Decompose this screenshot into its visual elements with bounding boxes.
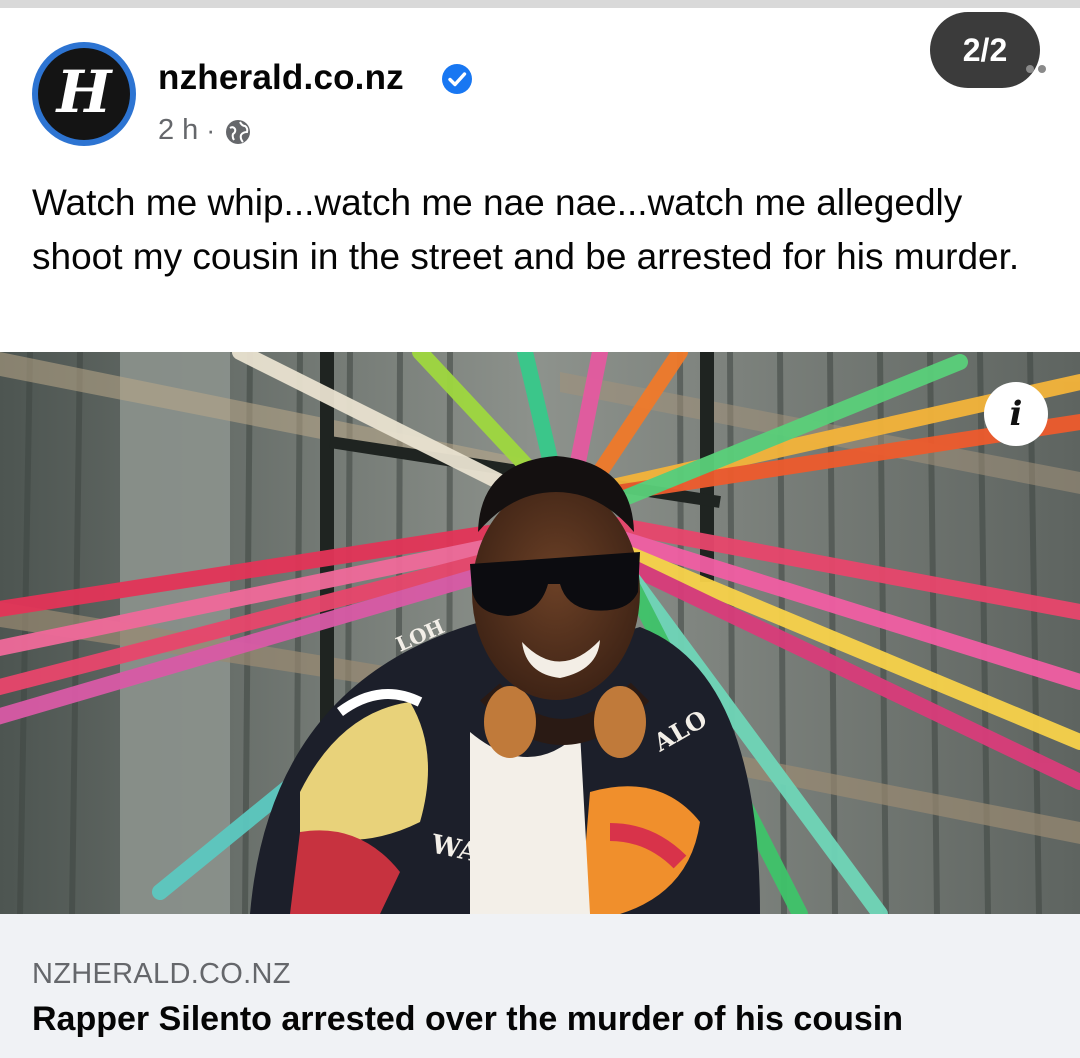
page-name-link[interactable]: nzherald.co.nz [158, 58, 404, 98]
post-meta: 2 h · [158, 114, 253, 147]
photo-illustration: ALO WAII LOH [0, 352, 1080, 914]
verified-badge-icon [442, 64, 472, 94]
globe-icon [226, 119, 250, 144]
post-timestamp[interactable]: 2 h [158, 114, 198, 147]
page-avatar[interactable]: H [32, 42, 136, 146]
avatar-logo: H [38, 48, 130, 140]
top-divider [0, 0, 1080, 8]
more-options-icon[interactable] [1026, 64, 1048, 74]
avatar-letter: H [56, 58, 112, 126]
carousel-counter: 2/2 [930, 12, 1040, 88]
link-domain: NZHERALD.CO.NZ [32, 958, 291, 990]
facebook-post: H nzherald.co.nz 2 h · 2/2 Watch me whip… [0, 8, 1080, 1058]
post-caption: Watch me whip...watch me nae nae...watch… [32, 182, 1020, 277]
link-title[interactable]: Rapper Silento arrested over the murder … [32, 1000, 1062, 1039]
info-button[interactable]: i [984, 382, 1048, 446]
meta-separator: · [206, 115, 215, 145]
post-photo[interactable]: ALO WAII LOH i [0, 352, 1080, 914]
link-preview[interactable]: NZHERALD.CO.NZ Rapper Silento arrested o… [0, 914, 1080, 1058]
